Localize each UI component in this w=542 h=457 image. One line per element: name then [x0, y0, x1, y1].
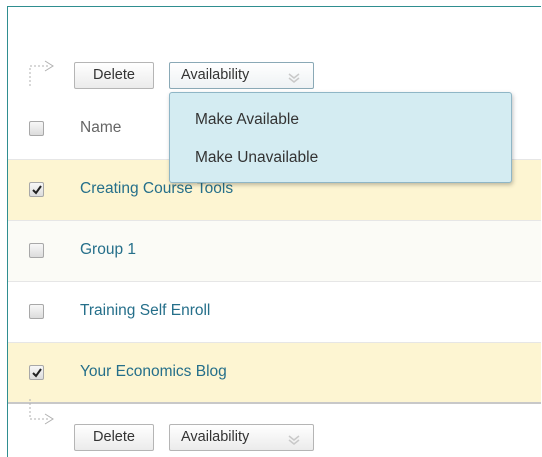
availability-button[interactable]: Availability [169, 62, 314, 89]
delete-button[interactable]: Delete [74, 62, 154, 89]
row-checkbox[interactable] [29, 182, 44, 197]
table-row: Your Economics Blog [8, 343, 541, 404]
top-action-bar: Delete Availability [8, 51, 541, 97]
row-name-link[interactable]: Training Self Enroll [80, 302, 210, 320]
corner-arrow-icon [27, 397, 57, 427]
row-checkbox[interactable] [29, 243, 44, 258]
name-column-header[interactable]: Name [80, 119, 121, 137]
table-row: Training Self Enroll [8, 282, 541, 343]
availability-button-label: Availability [181, 67, 250, 83]
row-name-link[interactable]: Group 1 [80, 241, 136, 259]
checkmark-icon [32, 368, 42, 378]
delete-button-label: Delete [93, 67, 135, 83]
content-frame: Delete Availability Name Creating Course… [7, 6, 541, 457]
availability-button-label: Availability [181, 429, 250, 445]
row-name-link[interactable]: Your Economics Blog [80, 363, 227, 381]
availability-menu: Make Available Make Unavailable [169, 92, 512, 183]
menu-item-make-unavailable[interactable]: Make Unavailable [195, 149, 318, 167]
delete-button[interactable]: Delete [74, 424, 154, 451]
row-checkbox[interactable] [29, 365, 44, 380]
menu-item-make-available[interactable]: Make Available [195, 111, 299, 129]
chevron-down-icon [287, 69, 301, 83]
select-all-checkbox[interactable] [29, 121, 44, 136]
availability-button[interactable]: Availability [169, 424, 314, 451]
table-row: Group 1 [8, 221, 541, 282]
row-checkbox[interactable] [29, 304, 44, 319]
bottom-action-bar: Delete Availability [8, 399, 541, 457]
delete-button-label: Delete [93, 429, 135, 445]
corner-arrow-icon [27, 58, 57, 88]
chevron-down-icon [287, 431, 301, 445]
checkmark-icon [32, 185, 42, 195]
